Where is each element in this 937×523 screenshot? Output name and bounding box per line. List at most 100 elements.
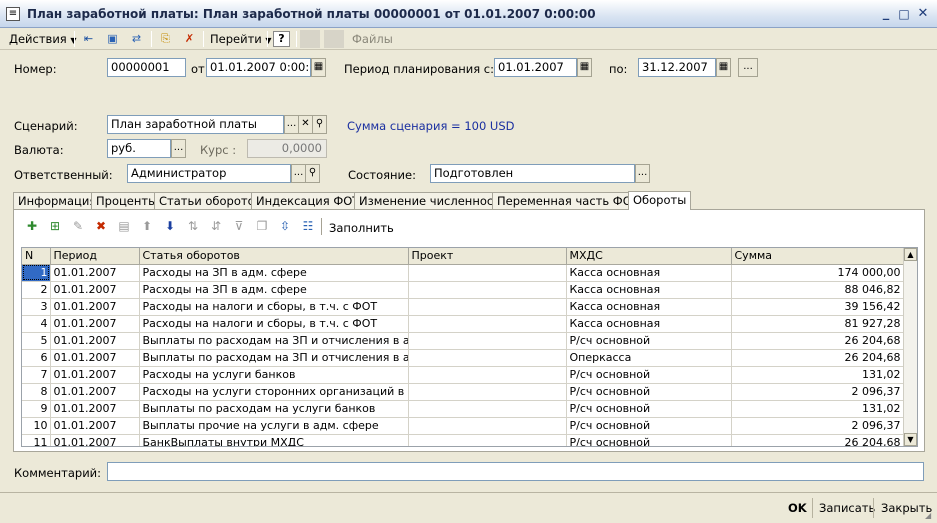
row-sum-cell[interactable]: 26 204,68	[731, 349, 905, 367]
row-period-cell[interactable]: 01.01.2007	[50, 366, 140, 384]
clear-icon[interactable]: ✕	[298, 115, 313, 134]
row-mhds-cell[interactable]: Р/сч основной	[566, 400, 732, 418]
table-row[interactable]: 2 01.01.2007 Расходы на ЗП в адм. сфере Кас…	[22, 281, 905, 299]
currency-field[interactable]: руб.	[107, 139, 171, 158]
row-mhds-cell[interactable]: Р/сч основной	[566, 383, 732, 401]
row-mhds-cell[interactable]: Касса основная	[566, 298, 732, 316]
row-mhds-cell[interactable]: Р/сч основной	[566, 332, 732, 350]
row-mhds-cell[interactable]: Р/сч основной	[566, 434, 732, 446]
row-item-cell[interactable]: Расходы на услуги банков	[139, 366, 409, 384]
select-button[interactable]: ...	[284, 115, 299, 134]
row-sum-cell[interactable]: 2 096,37	[731, 417, 905, 435]
row-project-cell[interactable]	[408, 417, 567, 435]
row-number-cell[interactable]: 4	[22, 315, 51, 333]
resize-grip-icon[interactable]: ◢	[925, 511, 935, 521]
state-field[interactable]: Подготовлен	[430, 164, 635, 183]
scroll-up-icon[interactable]: ▲	[904, 248, 917, 261]
calendar-icon[interactable]: ▦	[311, 58, 326, 77]
table-scrollbar[interactable]: ▲ ▼	[903, 248, 917, 446]
row-sum-cell[interactable]: 131,02	[731, 400, 905, 418]
column-header-mhds[interactable]: МХДС	[566, 248, 732, 265]
table-row[interactable]: 1 01.01.2007 Расходы на ЗП в адм. сфере Кас…	[22, 264, 905, 282]
date-field[interactable]: 01.01.2007 0:00:00	[206, 58, 311, 77]
row-item-cell[interactable]: Расходы на услуги сторонних организаций …	[139, 383, 409, 401]
copy-icon[interactable]: ❐	[253, 218, 271, 235]
row-item-cell[interactable]: Расходы на ЗП в адм. сфере	[139, 264, 409, 282]
row-item-cell[interactable]: Выплаты по расходам на ЗП и отчисления в…	[139, 349, 409, 367]
filter-icon[interactable]: ⊽	[230, 218, 248, 235]
row-item-cell[interactable]: Расходы на ЗП в адм. сфере	[139, 281, 409, 299]
row-sum-cell[interactable]: 88 046,82	[731, 281, 905, 299]
row-project-cell[interactable]	[408, 315, 567, 333]
row-number-cell[interactable]: 10	[22, 417, 51, 435]
row-item-cell[interactable]: Расходы на налоги и сборы, в т.ч. с ФОТ	[139, 298, 409, 316]
row-mhds-cell[interactable]: Р/сч основной	[566, 417, 732, 435]
tab-turnovers[interactable]: Обороты	[628, 191, 692, 210]
row-item-cell[interactable]: БанкВыплаты внутри МХДС	[139, 434, 409, 446]
row-number-cell[interactable]: 3	[22, 298, 51, 316]
responsible-field[interactable]: Администратор	[127, 164, 291, 183]
refresh-icon[interactable]: ⇄	[128, 31, 145, 47]
select-button[interactable]: ...	[291, 164, 306, 183]
row-period-cell[interactable]: 01.01.2007	[50, 417, 140, 435]
row-project-cell[interactable]	[408, 400, 567, 418]
delete-document-icon[interactable]: ✗	[181, 31, 198, 47]
table-row[interactable]: 7 01.01.2007 Расходы на услуги банков Р/сч …	[22, 366, 905, 384]
row-number-cell[interactable]: 7	[22, 366, 51, 384]
row-sum-cell[interactable]: 174 000,00	[731, 264, 905, 282]
move-up-icon[interactable]: ⬆	[138, 218, 156, 235]
calendar-icon[interactable]: ▦	[577, 58, 592, 77]
table-row[interactable]: 6 01.01.2007 Выплаты по расходам на ЗП и о…	[22, 349, 905, 367]
move-down-icon[interactable]: ⬇	[161, 218, 179, 235]
row-item-cell[interactable]: Выплаты по расходам на ЗП и отчисления в…	[139, 332, 409, 350]
fill-button[interactable]: Заполнить	[329, 221, 394, 235]
row-mhds-cell[interactable]: Касса основная	[566, 315, 732, 333]
row-period-cell[interactable]: 01.01.2007	[50, 400, 140, 418]
files-menu[interactable]: Файлы	[352, 30, 393, 48]
column-header-n[interactable]: N	[22, 248, 51, 265]
table-row[interactable]: 11 01.01.2007 БанкВыплаты внутри МХДС Р/сч …	[22, 434, 905, 446]
row-mhds-cell[interactable]: Касса основная	[566, 264, 732, 282]
row-number-cell[interactable]: 1	[22, 264, 51, 282]
table-row[interactable]: 10 01.01.2007 Выплаты прочие на услуги в а…	[22, 417, 905, 435]
goto-menu[interactable]: Перейти ▼	[210, 30, 272, 48]
row-sum-cell[interactable]: 81 927,28	[731, 315, 905, 333]
row-mhds-cell[interactable]: Касса основная	[566, 281, 732, 299]
scenario-field[interactable]: План заработной платы	[107, 115, 284, 134]
select-button[interactable]: ...	[635, 164, 650, 183]
table-settings-icon[interactable]: ☷	[299, 218, 317, 235]
row-project-cell[interactable]	[408, 349, 567, 367]
column-header-item[interactable]: Статья оборотов	[139, 248, 409, 265]
row-project-cell[interactable]	[408, 298, 567, 316]
maximize-button[interactable]: □	[896, 6, 912, 22]
scroll-down-icon[interactable]: ▼	[904, 433, 917, 446]
row-project-cell[interactable]	[408, 434, 567, 446]
row-sum-cell[interactable]: 26 204,68	[731, 332, 905, 350]
ok-button[interactable]: OK	[788, 500, 807, 516]
period-to-field[interactable]: 31.12.2007	[638, 58, 716, 77]
row-period-cell[interactable]: 01.01.2007	[50, 332, 140, 350]
sort-descending-icon[interactable]: ⇵	[207, 218, 225, 235]
row-number-cell[interactable]: 5	[22, 332, 51, 350]
back-arrow-icon[interactable]: ⇤	[80, 31, 97, 47]
comment-field[interactable]	[107, 462, 924, 481]
row-period-cell[interactable]: 01.01.2007	[50, 264, 140, 282]
row-period-cell[interactable]: 01.01.2007	[50, 281, 140, 299]
table-row[interactable]: 5 01.01.2007 Выплаты по расходам на ЗП и о…	[22, 332, 905, 350]
sort-ascending-icon[interactable]: ⇅	[184, 218, 202, 235]
row-number-cell[interactable]: 6	[22, 349, 51, 367]
row-sum-cell[interactable]: 26 204,68	[731, 434, 905, 446]
table-row[interactable]: 4 01.01.2007 Расходы на налоги и сборы, в …	[22, 315, 905, 333]
post-document-icon[interactable]: ▣	[104, 31, 121, 47]
row-period-cell[interactable]: 01.01.2007	[50, 349, 140, 367]
tab-turnover-items[interactable]: Статьи оборотов	[154, 192, 267, 209]
row-number-cell[interactable]: 8	[22, 383, 51, 401]
copy-row-icon[interactable]: ⊞	[46, 218, 64, 235]
edit-row-icon[interactable]: ✎	[69, 218, 87, 235]
column-header-period[interactable]: Период	[50, 248, 140, 265]
number-field[interactable]: 00000001	[107, 58, 186, 77]
table-row[interactable]: 3 01.01.2007 Расходы на налоги и сборы, в …	[22, 298, 905, 316]
search-icon[interactable]: ⚲	[312, 115, 327, 134]
delete-row-icon[interactable]: ✖	[92, 218, 110, 235]
calendar-icon[interactable]: ▦	[716, 58, 731, 77]
